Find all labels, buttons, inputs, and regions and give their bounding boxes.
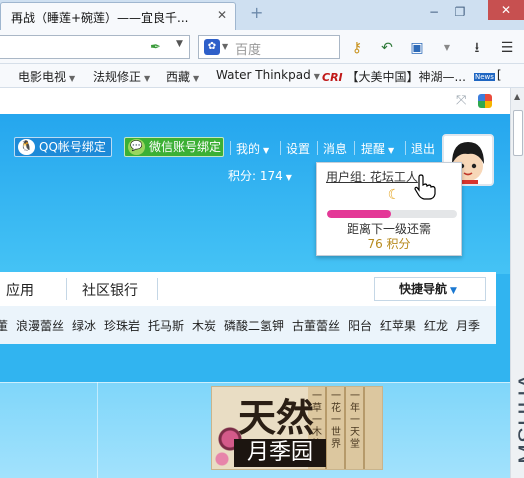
bookmark-tibet[interactable]: 西藏 ▼ — [166, 68, 199, 85]
nav-my[interactable]: 我的 ▼ — [236, 140, 269, 157]
nav-separator — [66, 278, 67, 300]
nav-settings[interactable]: 设置 — [286, 140, 310, 157]
level-progress-fill — [327, 210, 391, 218]
nav-separator — [317, 141, 318, 155]
bookmark-news[interactable]: News[ — [474, 68, 502, 82]
bookmark-laws[interactable]: 法规修正 ▼ — [93, 68, 150, 85]
nav-logout[interactable]: 退出 — [411, 140, 435, 157]
nav-community-bank[interactable]: 社区银行 — [82, 280, 138, 300]
tag-item[interactable]: 古董蕾丝 — [292, 317, 340, 334]
restore-icon[interactable]: ❐ — [452, 4, 468, 20]
cri-icon: CRI — [322, 71, 343, 84]
browser-title-bar: 再战（睡莲+碗莲）——宜良千... ✕ + − ❐ ✕ — [0, 0, 524, 30]
hand-cursor-icon — [414, 174, 436, 200]
nav-separator — [354, 141, 355, 155]
banner-slat-text: 一年一天堂 — [350, 391, 360, 450]
quick-nav-caret-icon: ▼ — [450, 286, 457, 296]
nav-reminders[interactable]: 提醒 ▼ — [361, 140, 394, 157]
search-placeholder[interactable]: 百度 — [235, 39, 261, 58]
bookmarks-bar: 电影电视 ▼ 法规修正 ▼ 西藏 ▼ Water Thinkpad ▼ CRI 【大美中… — [0, 64, 524, 88]
content-divider — [0, 382, 510, 383]
scrollbar-thumb[interactable] — [513, 110, 523, 156]
nav-separator — [280, 141, 281, 155]
menu-icon[interactable]: ☰ — [498, 39, 516, 57]
key-icon[interactable]: ⚷ — [348, 39, 366, 57]
news-icon: News — [474, 73, 495, 81]
bookmark-water-thinkpad[interactable]: Water Thinkpad ▼ — [216, 68, 320, 82]
bookmark-movies[interactable]: 电影电视 ▼ — [18, 68, 75, 85]
tag-item[interactable]: 磷酸二氢钾 — [224, 317, 284, 334]
baidu-paw-icon[interactable]: ✿ — [204, 39, 220, 55]
tag-item[interactable]: 红苹果 — [380, 317, 416, 334]
tag-item[interactable]: 阳台 — [348, 317, 372, 334]
toolbar-dropdown-icon[interactable]: ▼ — [438, 39, 456, 57]
search-engine-dropdown-icon[interactable]: ▼ — [222, 42, 228, 51]
pin-icon[interactable]: ✒ — [150, 40, 166, 56]
browser-tab-active[interactable]: 再战（睡莲+碗莲）——宜良千... ✕ — [0, 2, 236, 30]
search-box[interactable]: ✿ ▼ 百度 — [198, 35, 340, 59]
banner-title: 天然 — [238, 395, 315, 440]
shrink-icon[interactable]: ⤧ — [456, 93, 466, 108]
nav-separator — [230, 141, 231, 155]
qq-penguin-icon: 🐧 — [18, 139, 35, 155]
points-needed: 76 积分 — [367, 237, 411, 251]
window-close-icon[interactable]: ✕ — [488, 0, 524, 20]
page-info-bar: ⤧ — [0, 88, 510, 114]
download-icon[interactable]: ⭳ — [468, 39, 486, 57]
quick-nav-button[interactable]: 快捷导航 ▼ — [374, 277, 486, 301]
close-tab-icon[interactable]: ✕ — [217, 8, 227, 22]
address-bar[interactable]: ✒ ▼ — [0, 35, 190, 59]
main-nav: 应用 社区银行 快捷导航 ▼ — [0, 272, 496, 306]
user-group-popup: 用户组: 花坛工人 ☾ 距离下一级还需 76 积分 — [316, 162, 462, 256]
nav-messages[interactable]: 消息 — [323, 140, 347, 157]
nav-apps[interactable]: 应用 — [6, 280, 34, 300]
banner-subtitle: 月季园 — [234, 439, 326, 467]
address-dropdown-icon[interactable]: ▼ — [176, 39, 183, 49]
tag-item[interactable]: 木炭 — [192, 317, 216, 334]
screenshot-icon[interactable]: ▣ — [408, 39, 426, 57]
moon-level-icon: ☾ — [387, 187, 401, 203]
nav-separator — [157, 278, 158, 300]
points-display[interactable]: 积分: 174 ▼ — [228, 167, 292, 184]
tag-item[interactable]: 珍珠岩 — [104, 317, 140, 334]
new-tab-icon[interactable]: + — [250, 5, 266, 21]
tag-item[interactable]: 绿冰 — [72, 317, 96, 334]
forum-page: 🐧 QQ帐号绑定 💬 微信账号绑定 我的 ▼ 设置 消息 提醒 ▼ 退出 积分: 1… — [0, 114, 510, 478]
user-group-link[interactable]: 用户组: 花坛工人 — [326, 168, 418, 185]
rose-garden-banner[interactable]: 一草一木皆 一花一世界 一年一天堂 天然 月季园 — [211, 386, 383, 470]
tag-item[interactable]: 董 — [0, 317, 8, 334]
level-progress-bar — [327, 210, 457, 218]
extension-icon[interactable] — [478, 94, 492, 108]
scroll-up-icon[interactable]: ▲ — [514, 92, 520, 101]
tag-item[interactable]: 浪漫蕾丝 — [16, 317, 64, 334]
tag-item[interactable]: 红龙 — [424, 317, 448, 334]
watermark: MSHUA — [486, 362, 524, 474]
minimize-icon[interactable]: − — [426, 4, 442, 20]
bookmark-cri[interactable]: CRI 【大美中国】神湖—... — [322, 68, 466, 85]
qq-bind-button[interactable]: 🐧 QQ帐号绑定 — [14, 137, 112, 157]
tag-item[interactable]: 月季 — [456, 317, 480, 334]
wechat-bind-button[interactable]: 💬 微信账号绑定 — [124, 137, 224, 157]
watermark-text: MSHUA — [514, 372, 524, 464]
wechat-icon: 💬 — [128, 139, 145, 155]
nav-separator — [405, 141, 406, 155]
content-column-divider — [97, 382, 98, 478]
undo-icon[interactable]: ↶ — [378, 39, 396, 57]
tag-bar: 董 浪漫蕾丝 绿冰 珍珠岩 托马斯 木炭 磷酸二氢钾 古董蕾丝 阳台 红苹果 红… — [0, 306, 496, 344]
banner-slat-text: 一花一世界 — [331, 391, 341, 450]
tab-title: 再战（睡莲+碗莲）——宜良千... — [11, 11, 189, 25]
tag-item[interactable]: 托马斯 — [148, 317, 184, 334]
